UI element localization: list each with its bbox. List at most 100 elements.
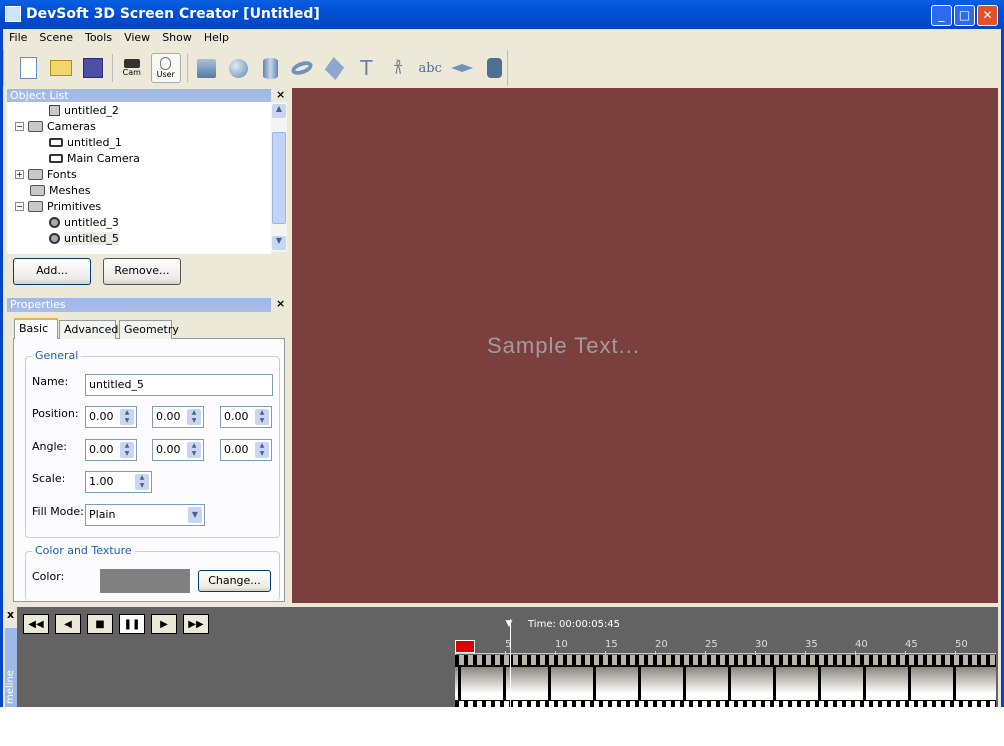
tree-item-label: Meshes	[49, 183, 91, 197]
menu-help[interactable]: Help	[198, 29, 235, 47]
close-button[interactable]: ✕	[977, 5, 998, 26]
step-back-button[interactable]: ◀	[55, 614, 81, 634]
fill-mode-value: Plain	[89, 508, 116, 521]
add-cylinder-button[interactable]	[258, 54, 284, 82]
scroll-up-icon[interactable]: ▲	[272, 104, 286, 118]
user-button[interactable]: User	[150, 53, 181, 83]
position-y-stepper[interactable]: 0.00 ▲ ▼	[152, 406, 204, 428]
spin-arrows-icon[interactable]: ▲ ▼	[187, 442, 201, 458]
pause-button[interactable]: ❚❚	[119, 614, 145, 634]
tab-basic[interactable]: Basic	[14, 318, 58, 339]
spin-arrows-icon[interactable]: ▲ ▼	[187, 409, 201, 425]
menu-file[interactable]: File	[3, 29, 33, 47]
tree-item[interactable]: untitled_2	[49, 102, 119, 118]
add-figure-button[interactable]: 𐀪	[385, 54, 411, 82]
timeline-close-icon[interactable]: x	[7, 608, 14, 621]
rewind-button[interactable]: ◀◀	[23, 614, 49, 634]
add-shape-button[interactable]	[449, 54, 475, 82]
tree-item[interactable]: untitled_5	[49, 230, 119, 246]
tree-item[interactable]: Meshes	[15, 182, 90, 198]
remove-button[interactable]: Remove...	[103, 258, 181, 285]
user-mouse-icon	[160, 57, 172, 70]
menu-view[interactable]: View	[118, 29, 156, 47]
tree-item[interactable]: Main Camera	[49, 150, 140, 166]
expand-icon[interactable]: +	[15, 169, 24, 179]
timeline-tick-label: 20	[655, 639, 668, 650]
tree-item[interactable]: − Cameras	[15, 118, 96, 134]
timeline-tick-label: 45	[905, 639, 918, 650]
minimize-button[interactable]: _	[931, 5, 952, 26]
new-file-button[interactable]	[16, 54, 42, 82]
position-y-value: 0.00	[156, 410, 181, 423]
angle-x-stepper[interactable]: 0.00 ▲ ▼	[85, 439, 137, 461]
playhead[interactable]: ▼	[506, 619, 512, 707]
chevron-down-icon[interactable]: ▼	[188, 507, 202, 523]
rewind-icon: ◀◀	[28, 618, 44, 630]
add-skeleton-button[interactable]: T	[353, 54, 379, 82]
window-title: DevSoft 3D Screen Creator [Untitled]	[26, 6, 320, 22]
spin-arrows-icon[interactable]: ▲ ▼	[120, 442, 134, 458]
add-sphere-button[interactable]	[226, 54, 252, 82]
general-legend: General	[32, 349, 82, 362]
maximize-button[interactable]: □	[954, 5, 975, 26]
spin-arrows-icon[interactable]: ▲ ▼	[255, 409, 269, 425]
tab-geometry[interactable]: Geometry	[119, 320, 179, 339]
save-button[interactable]	[80, 54, 106, 82]
timeline-start-marker[interactable]	[455, 640, 475, 653]
position-x-stepper[interactable]: 0.00 ▲ ▼	[85, 406, 137, 428]
color-label: Color:	[32, 570, 65, 583]
app-icon	[5, 6, 21, 22]
film-strip[interactable]	[455, 655, 996, 707]
folder-icon	[28, 120, 43, 132]
fill-mode-select[interactable]: Plain ▼	[85, 504, 205, 526]
scroll-down-icon[interactable]: ▼	[272, 236, 286, 250]
fast-forward-button[interactable]: ▶▶	[183, 614, 209, 634]
name-input[interactable]: untitled_5	[85, 374, 273, 396]
angle-y-value: 0.00	[156, 443, 181, 456]
position-z-stepper[interactable]: 0.00 ▲ ▼	[220, 406, 272, 428]
tab-advanced[interactable]: Advanced	[59, 320, 118, 339]
sphere-icon	[49, 232, 60, 244]
ruler-line	[455, 653, 996, 654]
properties-close-icon[interactable]: ×	[276, 297, 285, 310]
object-list-scrollbar[interactable]: ▲ ▼	[271, 102, 287, 252]
tree-item[interactable]: − Primitives	[15, 198, 101, 214]
film-frames	[455, 667, 996, 700]
camera-icon	[49, 153, 63, 163]
transport-controls: ◀◀ ◀ ■ ❚❚ ▶ ▶▶	[23, 614, 209, 634]
add-model-button[interactable]	[481, 54, 507, 82]
timeline-side-label: meline	[5, 670, 16, 704]
change-color-button[interactable]: Change...	[198, 570, 271, 592]
scroll-thumb[interactable]	[272, 132, 286, 224]
menu-scene[interactable]: Scene	[33, 29, 79, 47]
add-plane-button[interactable]	[321, 54, 347, 82]
collapse-icon[interactable]: −	[15, 201, 24, 211]
open-button[interactable]	[48, 54, 74, 82]
cam-button[interactable]: Cam	[119, 54, 145, 82]
user-label: User	[156, 70, 175, 79]
angle-z-stepper[interactable]: 0.00 ▲ ▼	[220, 439, 272, 461]
spin-arrows-icon[interactable]: ▲ ▼	[120, 409, 134, 425]
menu-show[interactable]: Show	[156, 29, 198, 47]
tree-item[interactable]: untitled_1	[49, 134, 122, 150]
viewport-3d[interactable]: Sample Text...	[292, 88, 998, 603]
stop-button[interactable]: ■	[87, 614, 113, 634]
play-button[interactable]: ▶	[151, 614, 177, 634]
collapse-icon[interactable]: −	[15, 121, 24, 131]
color-swatch[interactable]	[100, 569, 190, 593]
object-list-close-icon[interactable]: ×	[276, 88, 285, 101]
scale-stepper[interactable]: 1.00 ▲ ▼	[85, 471, 152, 493]
tree-item[interactable]: untitled_3	[49, 214, 119, 230]
menu-tools[interactable]: Tools	[79, 29, 118, 47]
properties-title: Properties	[10, 298, 66, 311]
add-button[interactable]: Add...	[13, 258, 91, 285]
add-torus-button[interactable]	[289, 54, 315, 82]
add-cube-button[interactable]	[194, 54, 220, 82]
folder-icon	[30, 184, 45, 196]
spin-arrows-icon[interactable]: ▲ ▼	[255, 442, 269, 458]
angle-y-stepper[interactable]: 0.00 ▲ ▼	[152, 439, 204, 461]
playhead-triangle-icon[interactable]: ▼	[506, 619, 513, 629]
tree-item[interactable]: + Fonts	[15, 166, 77, 182]
add-text-button[interactable]: abc	[417, 54, 443, 82]
spin-arrows-icon[interactable]: ▲ ▼	[135, 474, 149, 490]
